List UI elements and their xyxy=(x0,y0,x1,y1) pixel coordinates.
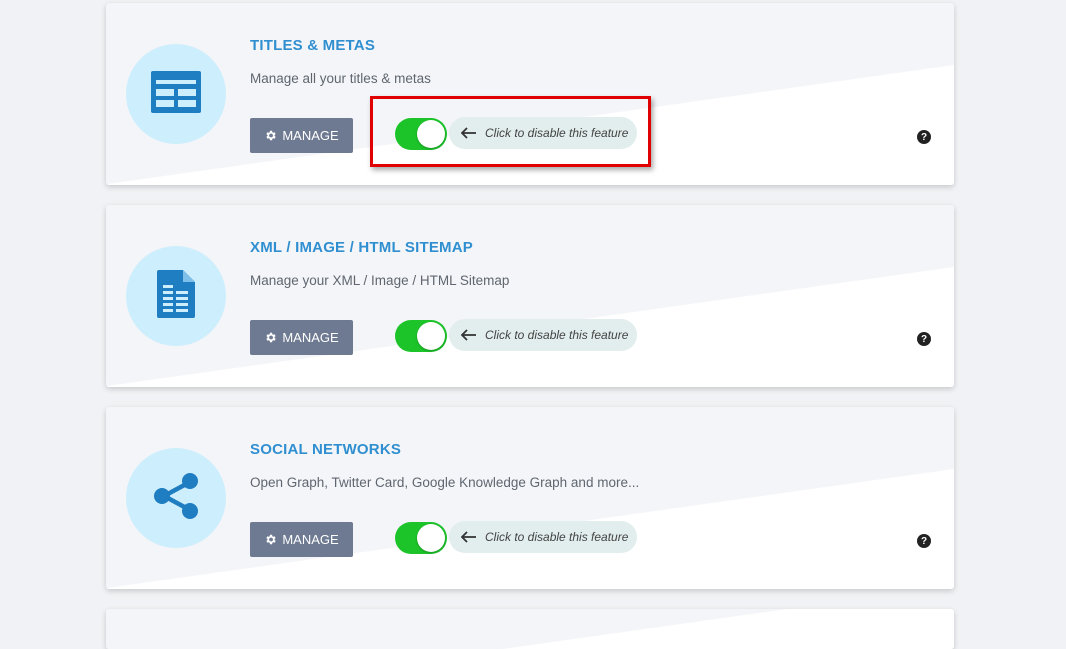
arrow-left-icon xyxy=(461,329,477,341)
gear-icon xyxy=(264,129,277,142)
toggle-knob xyxy=(417,524,445,552)
arrow-left-icon xyxy=(461,531,477,543)
toggle-hint-text: Click to disable this feature xyxy=(485,328,629,342)
feature-description: Manage all your titles & metas xyxy=(250,71,431,86)
toggle-hint: Click to disable this feature xyxy=(449,521,637,553)
share-icon xyxy=(152,472,200,525)
sitemap-document-icon xyxy=(157,269,195,323)
feature-card-next xyxy=(106,609,954,649)
help-icon[interactable]: ? xyxy=(917,332,931,346)
feature-title: XML / IMAGE / HTML SITEMAP xyxy=(250,239,473,256)
feature-icon-circle xyxy=(126,246,226,346)
gear-icon xyxy=(264,533,277,546)
toggle-knob xyxy=(417,322,445,350)
manage-button[interactable]: MANAGE xyxy=(250,522,353,557)
feature-card-sitemap: XML / IMAGE / HTML SITEMAP Manage your X… xyxy=(106,205,954,387)
toggle-hint-text: Click to disable this feature xyxy=(485,530,629,544)
table-icon xyxy=(151,70,201,118)
feature-icon-circle xyxy=(126,448,226,548)
feature-title: SOCIAL NETWORKS xyxy=(250,441,402,458)
feature-toggle[interactable] xyxy=(395,320,447,352)
manage-button[interactable]: MANAGE xyxy=(250,118,353,153)
highlight-box xyxy=(370,96,651,167)
feature-title: TITLES & METAS xyxy=(250,37,376,54)
toggle-hint: Click to disable this feature xyxy=(449,319,637,351)
feature-toggle[interactable] xyxy=(395,522,447,554)
manage-button[interactable]: MANAGE xyxy=(250,320,353,355)
manage-button-label: MANAGE xyxy=(282,128,339,143)
help-icon[interactable]: ? xyxy=(917,534,931,548)
manage-button-label: MANAGE xyxy=(282,330,339,345)
feature-icon-circle xyxy=(126,44,226,144)
feature-description: Open Graph, Twitter Card, Google Knowled… xyxy=(250,475,640,490)
feature-card-social-networks: SOCIAL NETWORKS Open Graph, Twitter Card… xyxy=(106,407,954,589)
manage-button-label: MANAGE xyxy=(282,532,339,547)
feature-description: Manage your XML / Image / HTML Sitemap xyxy=(250,273,510,288)
help-icon[interactable]: ? xyxy=(917,130,931,144)
gear-icon xyxy=(264,331,277,344)
